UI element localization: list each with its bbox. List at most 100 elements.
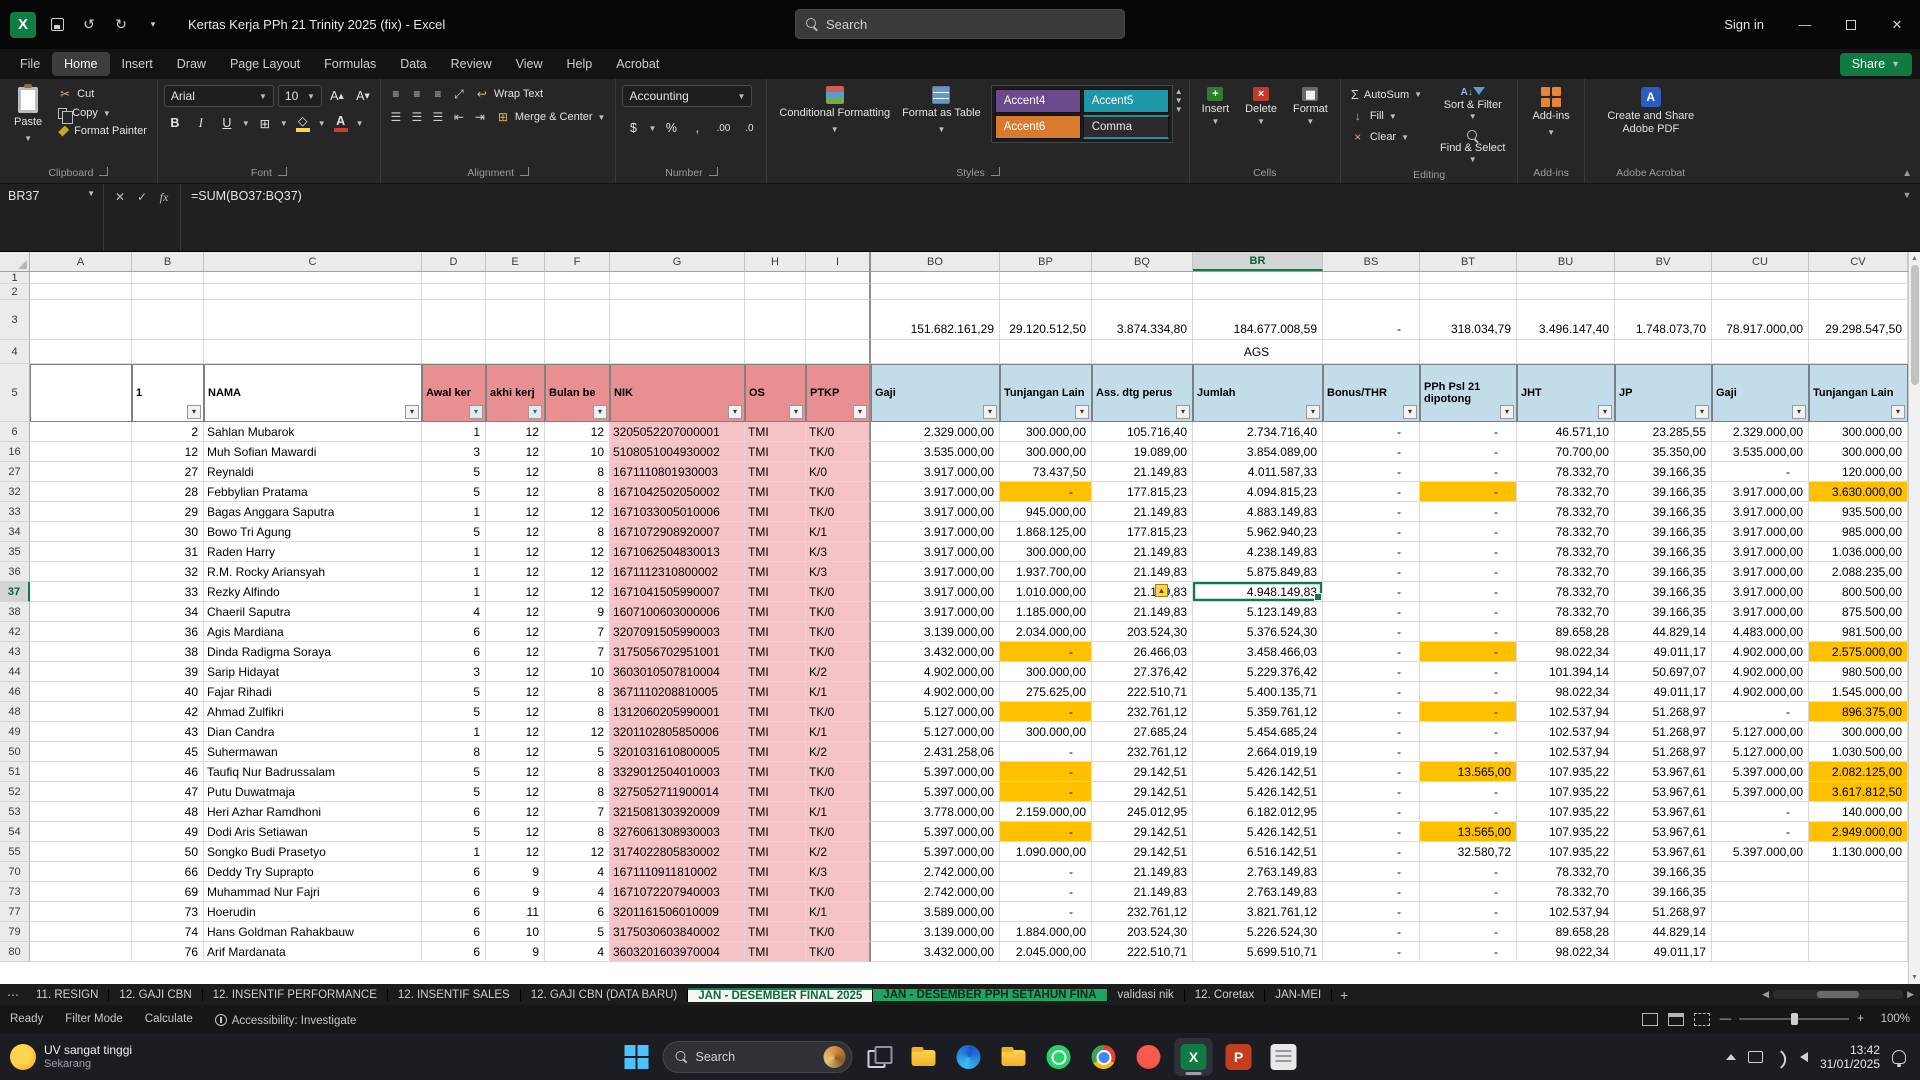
cell-CU3[interactable]: 78.917.000,00 xyxy=(1712,300,1809,340)
cell-B54[interactable]: 49 xyxy=(132,822,204,842)
cell-BQ6[interactable]: 105.716,40 xyxy=(1092,422,1193,442)
cell-BT38[interactable]: - xyxy=(1420,602,1517,622)
cell-BQ32[interactable]: 177.815,23 xyxy=(1092,482,1193,502)
cell-E1[interactable] xyxy=(486,272,545,284)
cell-C73[interactable]: Muhammad Nur Fajri xyxy=(204,882,422,902)
cell-B77[interactable]: 73 xyxy=(132,902,204,922)
menu-tab-page-layout[interactable]: Page Layout xyxy=(218,52,312,76)
cell-A37[interactable] xyxy=(30,582,132,602)
cell-BV35[interactable]: 39.166,35 xyxy=(1615,542,1712,562)
cell-BO16[interactable]: 3.535.000,00 xyxy=(871,442,1000,462)
cell-A80[interactable] xyxy=(30,942,132,962)
cell-F1[interactable] xyxy=(545,272,610,284)
notes-icon[interactable] xyxy=(1265,1038,1303,1076)
cell-E5[interactable]: akhi kerj ▾ xyxy=(486,364,545,422)
cell-BV53[interactable]: 53.967,61 xyxy=(1615,802,1712,822)
close-button[interactable]: ✕ xyxy=(1874,0,1920,49)
cell-D2[interactable] xyxy=(422,284,486,300)
cell-BS49[interactable]: - xyxy=(1323,722,1420,742)
dialog-launcher-icon[interactable] xyxy=(520,167,530,176)
decrease-decimal-button[interactable]: .0 xyxy=(738,117,760,139)
cell-E77[interactable]: 11 xyxy=(486,902,545,922)
formula-input[interactable]: =SUM(BO37:BQ37) xyxy=(181,184,1894,251)
cell-BO77[interactable]: 3.589.000,00 xyxy=(871,902,1000,922)
cell-G16[interactable]: 5108051004930002 xyxy=(610,442,745,462)
cell-H43[interactable]: TMI xyxy=(745,642,806,662)
cell-F80[interactable]: 4 xyxy=(545,942,610,962)
new-sheet-button[interactable]: + xyxy=(1332,984,1356,1005)
cell-C32[interactable]: Febbylian Pratama xyxy=(204,482,422,502)
cell-D32[interactable]: 5 xyxy=(422,482,486,502)
cell-BR36[interactable]: 5.875.849,83 xyxy=(1193,562,1323,582)
cast-icon[interactable] xyxy=(1747,1050,1763,1063)
cell-BU2[interactable] xyxy=(1517,284,1615,300)
cell-G50[interactable]: 3201031610800005 xyxy=(610,742,745,762)
cell-BU3[interactable]: 3.496.147,40 xyxy=(1517,300,1615,340)
cell-I73[interactable]: TK/0 xyxy=(806,882,871,902)
cell-BQ53[interactable]: 245.012,95 xyxy=(1092,802,1193,822)
cell-CU43[interactable]: 4.902.000,00 xyxy=(1712,642,1809,662)
cell-BP80[interactable]: 2.045.000,00 xyxy=(1000,942,1092,962)
cut-button[interactable]: ✂ Cut xyxy=(54,85,151,103)
status-accessibility[interactable]: Accessibility: Investigate xyxy=(214,1012,356,1027)
cell-BV32[interactable]: 39.166,35 xyxy=(1615,482,1712,502)
cell-BR1[interactable] xyxy=(1193,272,1323,284)
cell-E70[interactable]: 9 xyxy=(486,862,545,882)
cell-BS36[interactable]: - xyxy=(1323,562,1420,582)
cell-C49[interactable]: Dian Candra xyxy=(204,722,422,742)
cell-A38[interactable] xyxy=(30,602,132,622)
cell-B44[interactable]: 39 xyxy=(132,662,204,682)
cell-BS42[interactable]: - xyxy=(1323,622,1420,642)
cell-BU80[interactable]: 98.022,34 xyxy=(1517,942,1615,962)
cell-B46[interactable]: 40 xyxy=(132,682,204,702)
cell-B49[interactable]: 43 xyxy=(132,722,204,742)
row-header-52[interactable]: 52 xyxy=(0,782,30,802)
cell-D43[interactable]: 6 xyxy=(422,642,486,662)
row-header-4[interactable]: 4 xyxy=(0,340,30,364)
cell-BR79[interactable]: 5.226.524,30 xyxy=(1193,922,1323,942)
column-header-CV[interactable]: CV xyxy=(1809,252,1908,271)
cell-H53[interactable]: TMI xyxy=(745,802,806,822)
collapse-ribbon-button[interactable]: ▲ xyxy=(1902,168,1912,179)
cell-F4[interactable] xyxy=(545,340,610,364)
cell-BT70[interactable]: - xyxy=(1420,862,1517,882)
cell-C53[interactable]: Heri Azhar Ramdhoni xyxy=(204,802,422,822)
cell-BV3[interactable]: 1.748.073,70 xyxy=(1615,300,1712,340)
cell-E55[interactable]: 12 xyxy=(486,842,545,862)
whatsapp-icon[interactable] xyxy=(1040,1038,1078,1076)
menu-tab-insert[interactable]: Insert xyxy=(110,52,165,76)
cell-BP34[interactable]: 1.868.125,00 xyxy=(1000,522,1092,542)
cell-BT5[interactable]: PPh Psl 21 dipotong ▾ xyxy=(1420,364,1517,422)
cell-BO42[interactable]: 3.139.000,00 xyxy=(871,622,1000,642)
sheet-tab-12-coretax[interactable]: 12. Coretax xyxy=(1185,988,1266,1001)
wrap-text-button[interactable]: ↩ Wrap Text xyxy=(471,85,547,103)
cell-BQ48[interactable]: 232.761,12 xyxy=(1092,702,1193,722)
cell-B42[interactable]: 36 xyxy=(132,622,204,642)
menu-tab-file[interactable]: File xyxy=(8,52,52,76)
tab-list-button[interactable]: ⋯ xyxy=(0,984,26,1005)
cell-BV52[interactable]: 53.967,61 xyxy=(1615,782,1712,802)
cell-warning-icon[interactable] xyxy=(1155,584,1168,597)
cell-A6[interactable] xyxy=(30,422,132,442)
cell-E34[interactable]: 12 xyxy=(486,522,545,542)
cell-B32[interactable]: 28 xyxy=(132,482,204,502)
cell-E50[interactable]: 12 xyxy=(486,742,545,762)
cell-F53[interactable]: 7 xyxy=(545,802,610,822)
row-header-51[interactable]: 51 xyxy=(0,762,30,782)
cell-F33[interactable]: 12 xyxy=(545,502,610,522)
cell-BS38[interactable]: - xyxy=(1323,602,1420,622)
cell-CV54[interactable]: 2.949.000,00 xyxy=(1809,822,1908,842)
cell-D53[interactable]: 6 xyxy=(422,802,486,822)
cell-BT49[interactable]: - xyxy=(1420,722,1517,742)
filter-button-CU[interactable]: ▾ xyxy=(1792,405,1806,419)
cell-BT27[interactable]: - xyxy=(1420,462,1517,482)
cell-BS35[interactable]: - xyxy=(1323,542,1420,562)
middle-align-button[interactable]: ≡ xyxy=(408,85,426,103)
scroll-right-icon[interactable]: ▶ xyxy=(1907,989,1914,1000)
format-as-table-button[interactable]: Format as Table ▼ xyxy=(896,83,987,139)
cell-C35[interactable]: Raden Harry xyxy=(204,542,422,562)
cell-H38[interactable]: TMI xyxy=(745,602,806,622)
cell-BU34[interactable]: 78.332,70 xyxy=(1517,522,1615,542)
cell-F52[interactable]: 8 xyxy=(545,782,610,802)
find-select-button[interactable]: Find & Select ▼ xyxy=(1434,128,1511,168)
